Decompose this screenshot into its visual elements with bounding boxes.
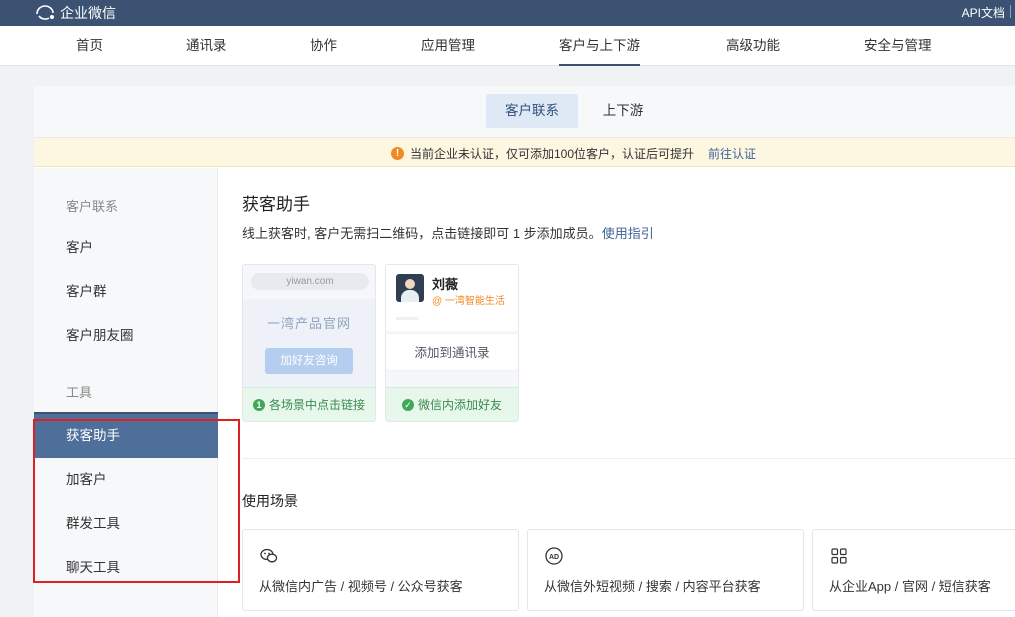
wechat-icon (259, 546, 279, 566)
subtabs: 客户联系 上下游 (34, 86, 1015, 138)
url-bar: yiwan.com (251, 273, 369, 290)
svg-text:AD: AD (549, 554, 559, 561)
demo-link-preview: yiwan.com 一湾产品官网 加好友咨询 1 各场景中点击链接 (242, 264, 376, 422)
nav-home[interactable]: 首页 (76, 26, 103, 66)
scenes-title: 使用场景 (242, 493, 298, 509)
verification-notice: ! 当前企业未认证，仅可添加100位客户，认证后可提升 前往认证 (34, 138, 1015, 167)
scene-card-wechat[interactable]: 从微信内广告 / 视频号 / 公众号获客 (242, 529, 519, 611)
scene-card-external[interactable]: AD 从微信外短视频 / 搜索 / 内容平台获客 (527, 529, 804, 611)
avatar (396, 274, 424, 302)
sidebar-heading-customer-contact: 客户联系 (66, 199, 119, 214)
nav-app-management[interactable]: 应用管理 (421, 26, 475, 66)
sidebar-item-moments[interactable]: 客户朋友圈 (34, 314, 218, 358)
nav-collaboration[interactable]: 协作 (310, 26, 337, 66)
step-one-icon: 1 (252, 398, 265, 411)
contact-org: @ 一湾智能生活 (432, 296, 505, 307)
page-title: 获客助手 (242, 195, 310, 214)
brand-logo[interactable]: 企业微信 (34, 3, 116, 23)
app-grid-icon (829, 546, 849, 566)
sidebar-item-customer-groups[interactable]: 客户群 (34, 270, 218, 314)
scene-label: 从微信外短视频 / 搜索 / 内容平台获客 (544, 579, 761, 594)
top-bar: 企业微信 API文档 (0, 0, 1015, 26)
subtab-partners[interactable]: 上下游 (600, 94, 646, 128)
warning-icon: ! (391, 147, 404, 160)
api-docs-link[interactable]: API文档 (962, 4, 1012, 21)
demo2-footer-text: 微信内添加好友 (417, 398, 502, 412)
demo-contact-preview: 刘薇 @ 一湾智能生活 添加到通讯录 ✓ 微信内添加好友 (385, 264, 519, 422)
demo2-footer: ✓ 微信内添加好友 (386, 387, 518, 421)
scene-card-app[interactable]: 从企业App / 官网 / 短信获客 (812, 529, 1015, 611)
wecom-logo-icon (34, 5, 56, 21)
demo1-footer-text: 各场景中点击链接 (268, 398, 365, 412)
demo1-footer: 1 各场景中点击链接 (243, 387, 375, 421)
ad-icon: AD (544, 546, 564, 566)
brand-name: 企业微信 (60, 5, 116, 21)
nav-contacts[interactable]: 通讯录 (186, 26, 227, 66)
sidebar-item-customers[interactable]: 客户 (34, 226, 218, 270)
scene-label: 从企业App / 官网 / 短信获客 (829, 579, 991, 594)
verify-link[interactable]: 前往认证 (708, 145, 756, 162)
sidebar-heading-tools: 工具 (66, 385, 93, 400)
nav-customers-partners[interactable]: 客户与上下游 (559, 26, 640, 66)
scene-label: 从微信内广告 / 视频号 / 公众号获客 (259, 579, 463, 594)
description-text: 线上获客时, 客户无需扫二维码，点击链接即可 1 步添加成员。 (242, 226, 602, 241)
notice-text: 当前企业未认证，仅可添加100位客户，认证后可提升 (410, 147, 695, 161)
subtab-customer-contact[interactable]: 客户联系 (486, 94, 578, 128)
contact-name: 刘薇 (432, 277, 459, 292)
highlight-annotation (33, 419, 240, 583)
nav-security[interactable]: 安全与管理 (864, 26, 932, 66)
add-to-contacts: 添加到通讯录 (386, 333, 518, 371)
usage-guide-link[interactable]: 使用指引 (602, 226, 654, 241)
main-nav: 首页 通讯录 协作 应用管理 客户与上下游 高级功能 安全与管理 (0, 26, 1015, 66)
nav-advanced[interactable]: 高级功能 (726, 26, 780, 66)
check-circle-icon: ✓ (401, 398, 414, 411)
section-divider (242, 458, 1015, 459)
page-description: 线上获客时, 客户无需扫二维码，点击链接即可 1 步添加成员。使用指引 (242, 223, 654, 242)
site-title: 一湾产品官网 (266, 316, 351, 331)
consult-button: 加好友咨询 (265, 348, 353, 374)
placeholder-line (396, 317, 418, 320)
